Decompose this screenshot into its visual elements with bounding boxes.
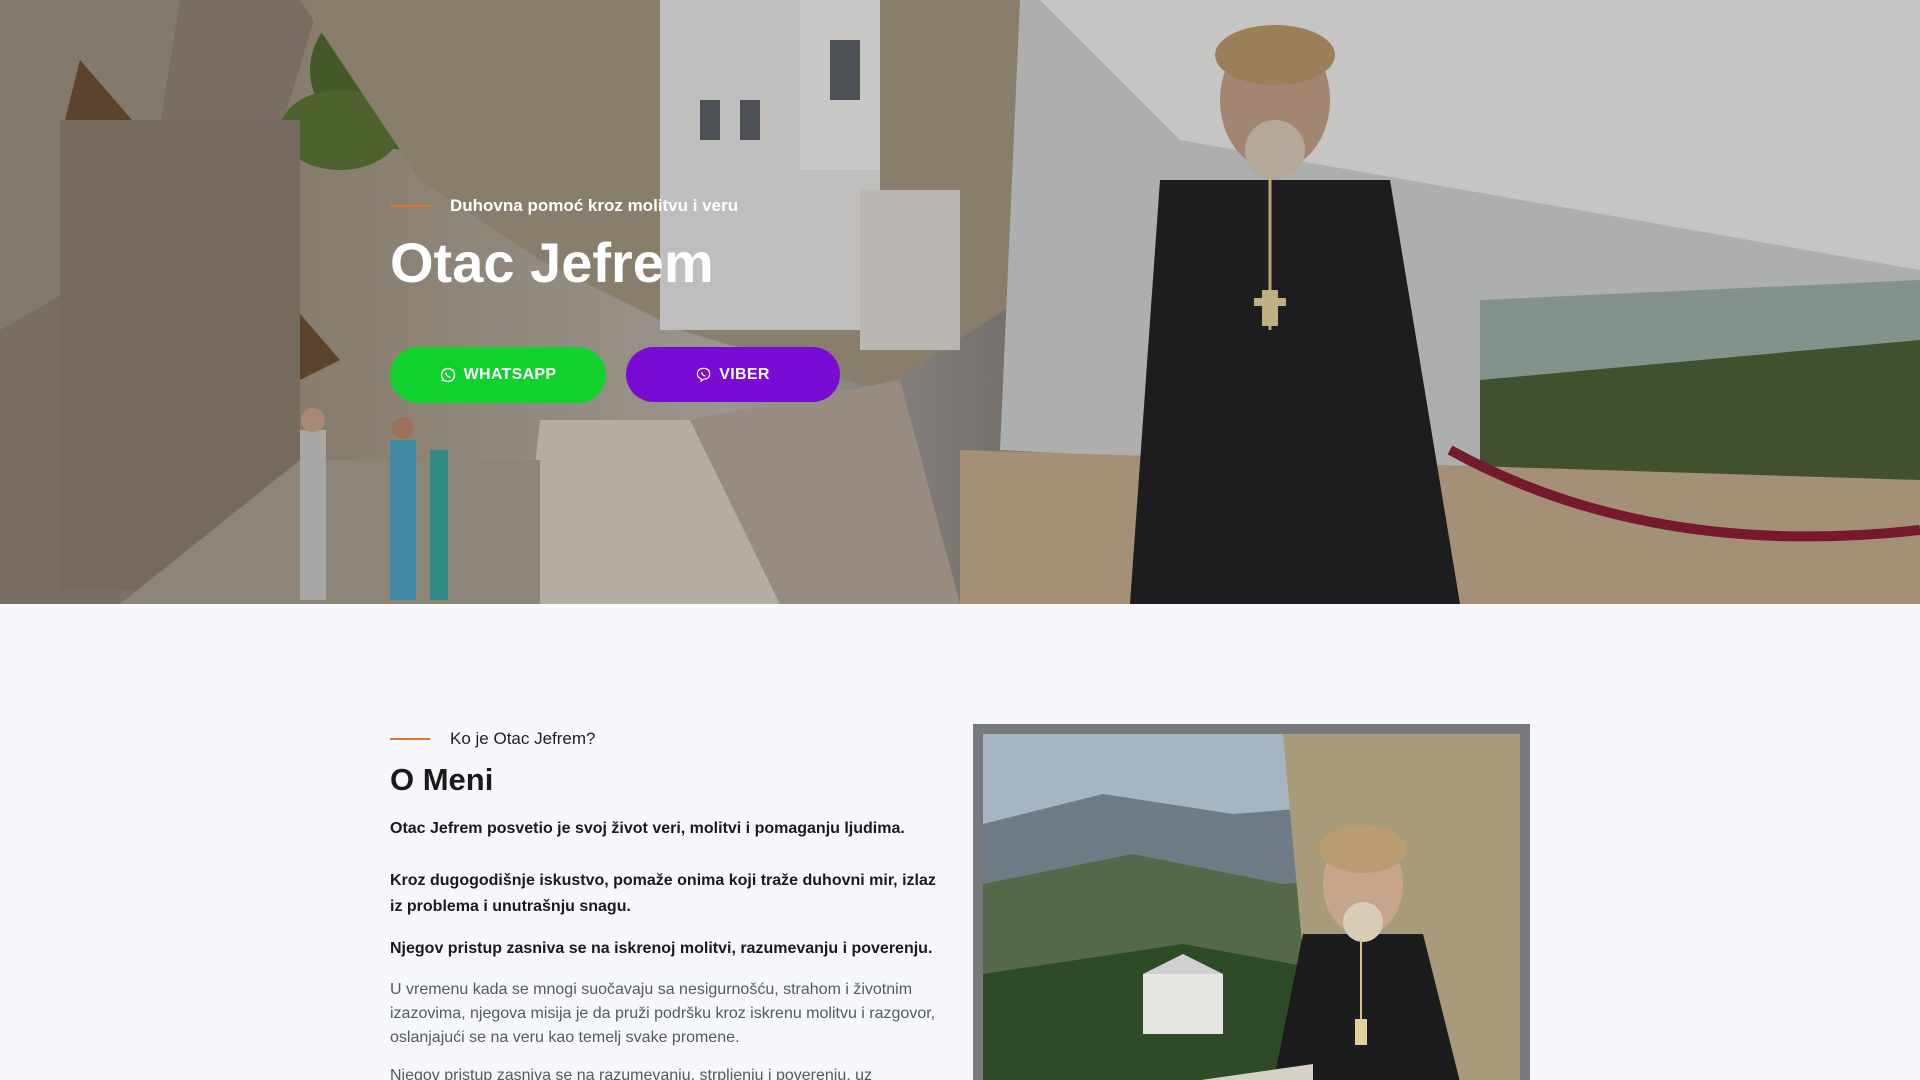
hero-eyebrow: Duhovna pomoć kroz molitvu i veru <box>390 195 1290 217</box>
accent-line <box>390 205 430 207</box>
about-title: O Meni <box>390 762 494 797</box>
hero-content: Duhovna pomoć kroz molitvu i veru Otac J… <box>390 195 1290 295</box>
viber-icon <box>697 367 711 382</box>
viber-button-label: VIBER <box>719 365 770 383</box>
about-photo-image <box>983 734 1520 1080</box>
viber-button[interactable]: VIBER <box>626 347 840 402</box>
hero-section: Duhovna pomoć kroz molitvu i veru Otac J… <box>0 0 1920 604</box>
about-paragraph-1: Otac Jefrem posvetio je svoj život veri,… <box>390 820 905 837</box>
about-paragraph-4: U vremenu kada se mnogi suočavaju sa nes… <box>390 981 936 1046</box>
whatsapp-button[interactable]: WHATSAPP <box>390 347 606 403</box>
accent-line <box>390 738 430 740</box>
about-paragraph-2: Kroz dugogodišnje iskustvo, pomaže onima… <box>390 872 936 915</box>
hero-eyebrow-text: Duhovna pomoć kroz molitvu i veru <box>450 196 739 215</box>
about-section: Ko je Otac Jefrem? O Meni Otac Jefrem po… <box>390 728 950 1080</box>
hero-title: Otac Jefrem <box>390 231 714 294</box>
about-photo <box>983 734 1520 1080</box>
about-paragraph-3: Njegov pristup zasniva se na iskrenoj mo… <box>390 940 933 957</box>
whatsapp-button-label: WHATSAPP <box>463 366 557 383</box>
about-eyebrow: Ko je Otac Jefrem? <box>390 728 950 750</box>
about-paragraph-5: Njegov pristup zasniva se na razumevanju… <box>390 1067 873 1080</box>
about-eyebrow-text: Ko je Otac Jefrem? <box>450 729 596 748</box>
about-photo-frame <box>973 724 1530 1080</box>
contact-buttons: WHATSAPP VIBER <box>390 347 840 403</box>
whatsapp-icon <box>440 367 455 383</box>
hero-overlay <box>0 0 1920 604</box>
